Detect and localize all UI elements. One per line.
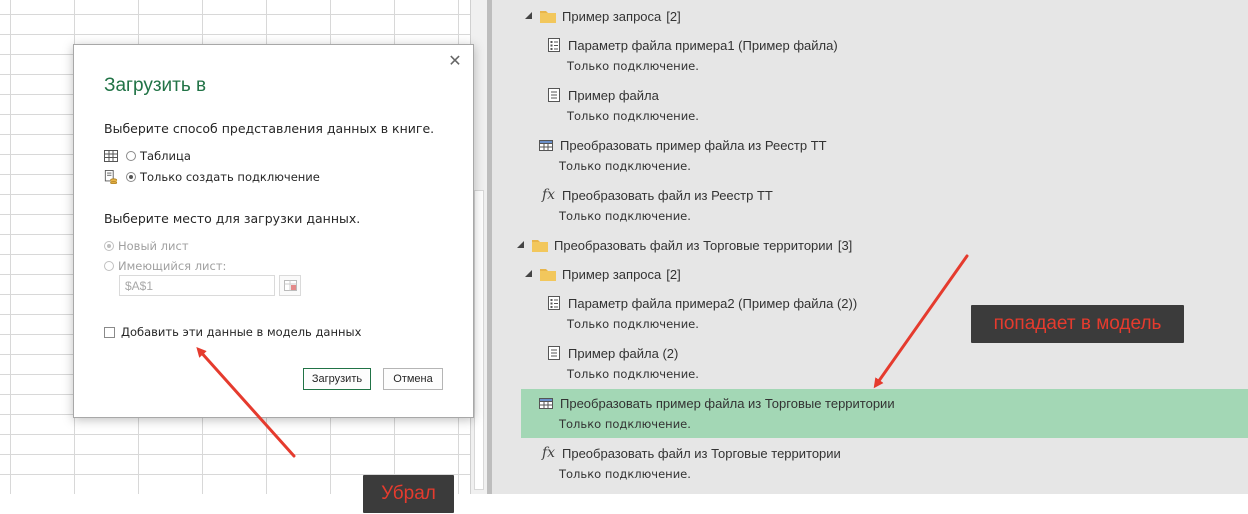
existing-sheet-radio[interactable] <box>104 261 114 271</box>
load-button[interactable]: Загрузить <box>303 368 371 390</box>
table-icon <box>104 150 118 162</box>
query-name: Преобразовать пример файла из Торговые т… <box>560 395 895 411</box>
query-group-count: [2] <box>666 8 681 24</box>
query-name: Пример файла <box>568 87 659 103</box>
table-icon <box>539 140 553 151</box>
load-to-dialog: ✕ Загрузить в Выберите способ представле… <box>73 44 474 418</box>
query-group-name: Пример запроса <box>562 266 662 282</box>
query-name: Параметр файла примера1 (Пример файла) <box>568 37 838 53</box>
folder-icon <box>532 240 548 252</box>
connection-only-radio[interactable] <box>126 172 136 182</box>
bottom-margin <box>0 494 1248 514</box>
query-status: Только подключение. <box>559 209 691 223</box>
query-status: Только подключение. <box>567 59 699 73</box>
option-new-sheet[interactable]: Новый лист <box>104 238 189 254</box>
query-item-parameter-1[interactable]: Параметр файла примера1 (Пример файла) <box>546 36 838 54</box>
query-item-function-2[interactable]: fx Преобразовать файл из Торговые террит… <box>542 444 841 462</box>
add-to-data-model-checkbox[interactable] <box>104 326 115 338</box>
query-group-primer-zaprosa[interactable]: Пример запроса [2] <box>525 7 681 25</box>
document-icon <box>548 346 560 360</box>
query-group-name: Преобразовать файл из Торговые территори… <box>554 237 833 253</box>
query-status: Только подключение. <box>567 367 699 381</box>
expanded-triangle-icon[interactable] <box>525 12 533 20</box>
folder-icon <box>540 269 556 281</box>
table-icon <box>539 398 553 409</box>
to-model-callout: попадает в модель <box>971 305 1184 343</box>
query-item-function-1[interactable]: fx Преобразовать файл из Реестр ТТ <box>542 186 773 204</box>
add-to-data-model[interactable]: Добавить эти данные в модель данных <box>104 324 361 340</box>
query-status: Только подключение. <box>559 417 691 431</box>
query-item-parameter-2[interactable]: Параметр файла примера2 (Пример файла (2… <box>546 294 857 312</box>
location-prompt: Выберите место для загрузки данных. <box>104 211 361 226</box>
view-prompt: Выберите способ представления данных в к… <box>104 121 435 136</box>
query-group-trade-territories[interactable]: Преобразовать файл из Торговые территори… <box>517 236 852 254</box>
removed-callout: Убрал <box>363 475 454 513</box>
query-item-table-2-selected[interactable]: Преобразовать пример файла из Торговые т… <box>538 394 895 412</box>
close-icon[interactable]: ✕ <box>447 51 463 70</box>
new-sheet-radio[interactable] <box>104 241 114 251</box>
queries-pane: Пример запроса [2] Параметр файла пример… <box>492 0 1248 494</box>
query-status: Только подключение. <box>559 159 691 173</box>
cell-reference-input[interactable]: $A$1 <box>119 275 275 296</box>
query-item-file-1[interactable]: Пример файла <box>546 86 659 104</box>
query-group-count: [2] <box>666 266 681 282</box>
parameter-icon <box>548 38 560 52</box>
query-group-name: Пример запроса <box>562 8 662 24</box>
query-item-table-1[interactable]: Преобразовать пример файла из Реестр ТТ <box>538 136 827 154</box>
add-to-data-model-label: Добавить эти данные в модель данных <box>121 325 362 339</box>
query-item-file-2[interactable]: Пример файла (2) <box>546 344 678 362</box>
query-name: Преобразовать файл из Реестр ТТ <box>562 187 773 203</box>
query-group-primer-zaprosa-2[interactable]: Пример запроса [2] <box>525 265 681 283</box>
query-name: Пример файла (2) <box>568 345 679 361</box>
function-icon: fx <box>542 445 556 461</box>
function-icon: fx <box>542 187 556 203</box>
connection-icon <box>104 170 118 184</box>
range-picker-icon[interactable] <box>279 275 301 296</box>
query-group-count: [3] <box>837 237 853 253</box>
option-label: Только создать подключение <box>140 170 320 184</box>
dialog-title: Загрузить в <box>104 75 207 96</box>
option-existing-sheet[interactable]: Имеющийся лист: <box>104 258 226 274</box>
query-name: Преобразовать пример файла из Реестр ТТ <box>560 137 827 153</box>
query-name: Преобразовать файл из Торговые территори… <box>562 445 841 461</box>
expanded-triangle-icon[interactable] <box>517 241 525 249</box>
query-status: Только подключение. <box>559 467 691 481</box>
query-status: Только подключение. <box>567 317 699 331</box>
expanded-triangle-icon[interactable] <box>525 270 533 278</box>
document-icon <box>548 88 560 102</box>
folder-icon <box>540 11 556 23</box>
option-label: Новый лист <box>118 239 189 253</box>
option-table[interactable]: Таблица <box>104 148 191 164</box>
cancel-button[interactable]: Отмена <box>383 368 443 390</box>
table-radio[interactable] <box>126 151 136 161</box>
query-status: Только подключение. <box>567 109 699 123</box>
scrollbar-thumb[interactable] <box>474 190 484 490</box>
option-connection-only[interactable]: Только создать подключение <box>104 169 320 185</box>
option-label: Таблица <box>140 149 191 163</box>
query-name: Параметр файла примера2 (Пример файла (2… <box>568 295 858 311</box>
option-label: Имеющийся лист: <box>118 259 227 273</box>
parameter-icon <box>548 296 560 310</box>
